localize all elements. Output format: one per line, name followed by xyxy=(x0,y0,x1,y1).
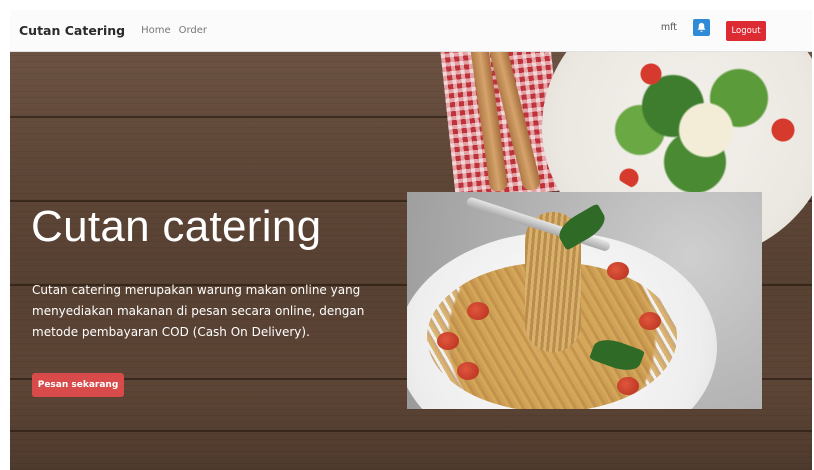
logout-button[interactable]: Logout xyxy=(726,20,766,41)
tomato xyxy=(457,362,479,380)
notification-button[interactable] xyxy=(693,19,710,36)
tomato xyxy=(639,312,661,330)
nav-link-order[interactable]: Order xyxy=(179,25,207,36)
nav-link-home[interactable]: Home xyxy=(141,25,171,36)
tomato xyxy=(467,302,489,320)
tomato xyxy=(437,332,459,350)
app-frame: Cutan Catering Home Order mft Logout Cut… xyxy=(10,10,812,470)
hero-title: Cutan catering xyxy=(31,202,322,251)
wood-plank-divider xyxy=(10,430,812,432)
pasta-image xyxy=(407,192,762,409)
brand-logo[interactable]: Cutan Catering xyxy=(19,23,125,38)
order-now-button[interactable]: Pesan sekarang xyxy=(32,373,124,397)
tomato xyxy=(617,377,639,395)
bell-icon xyxy=(697,22,706,32)
hero-section: Cutan catering Cutan catering merupakan … xyxy=(10,52,812,470)
navbar: Cutan Catering Home Order mft Logout xyxy=(10,10,812,52)
tomato xyxy=(607,262,629,280)
hero-description: Cutan catering merupakan warung makan on… xyxy=(32,283,365,339)
user-name[interactable]: mft xyxy=(661,22,677,33)
